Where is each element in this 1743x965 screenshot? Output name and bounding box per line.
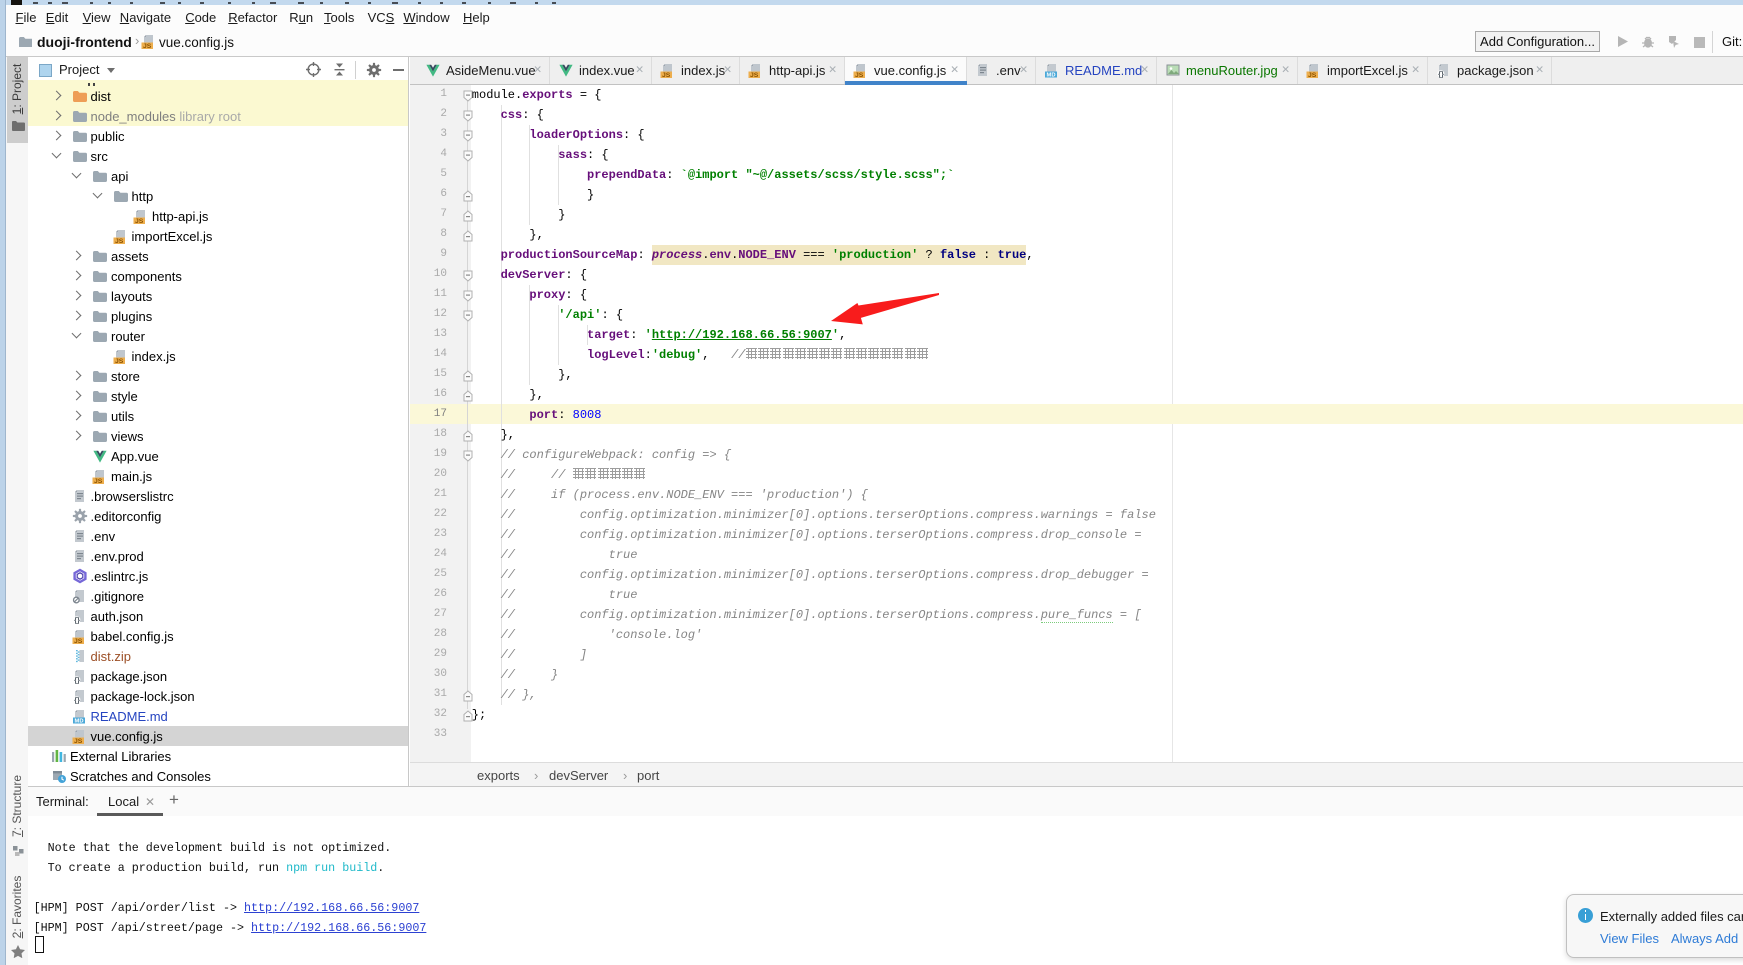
svg-text:{}: {} <box>74 675 80 684</box>
svg-text:JS: JS <box>143 43 152 49</box>
svg-text:MD: MD <box>1046 73 1055 78</box>
svg-text:JS: JS <box>1308 72 1317 78</box>
svg-text:JS: JS <box>74 638 83 644</box>
svg-text:{}: {} <box>1438 69 1444 78</box>
svg-text:{}: {} <box>74 615 80 624</box>
svg-text:JS: JS <box>115 358 124 364</box>
svg-text:JS: JS <box>855 72 864 78</box>
svg-text:JS: JS <box>662 72 671 78</box>
svg-text:{}: {} <box>74 695 80 704</box>
svg-text:JS: JS <box>750 72 759 78</box>
svg-text:JS: JS <box>115 238 124 244</box>
svg-text:JS: JS <box>74 738 83 744</box>
svg-text:JS: JS <box>135 218 144 224</box>
svg-text:JS: JS <box>94 478 103 484</box>
svg-text:MD: MD <box>74 719 83 724</box>
